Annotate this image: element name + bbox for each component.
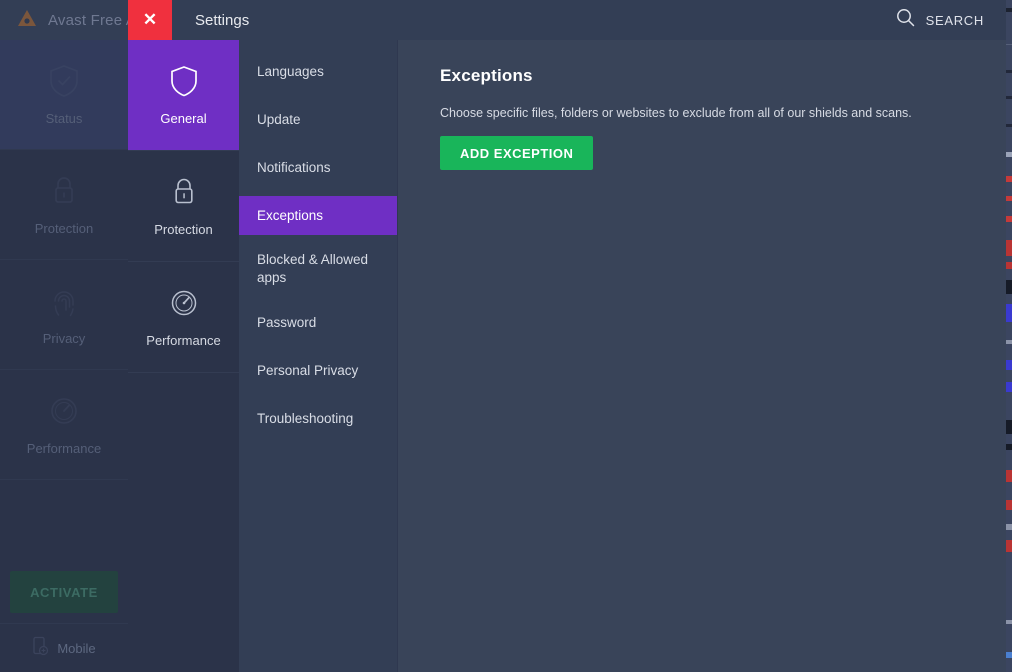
settings-category-column: General Protection <box>128 40 239 672</box>
mobile-phone-icon <box>32 636 49 661</box>
sidebar-item-privacy[interactable]: Privacy <box>0 260 128 370</box>
page-description: Choose specific files, folders or websit… <box>440 106 1006 120</box>
submenu-item-label: Update <box>257 111 301 129</box>
submenu-item-troubleshooting[interactable]: Troubleshooting <box>239 399 397 438</box>
category-item-label: Protection <box>154 222 213 237</box>
submenu-item-update[interactable]: Update <box>239 100 397 139</box>
sidebar-item-status[interactable]: Status <box>0 40 128 150</box>
add-exception-button[interactable]: ADD EXCEPTION <box>440 136 593 170</box>
submenu-item-personal-privacy[interactable]: Personal Privacy <box>239 351 397 390</box>
sidebar-item-label: Status <box>46 111 83 126</box>
submenu-item-password[interactable]: Password <box>239 303 397 342</box>
submenu-item-blocked-allowed-apps[interactable]: Blocked & Allowed apps <box>239 244 397 294</box>
submenu-item-languages[interactable]: Languages <box>239 52 397 91</box>
background-window-edge-strip <box>1006 0 1012 672</box>
avast-logo-icon <box>16 9 38 31</box>
submenu-item-notifications[interactable]: Notifications <box>239 148 397 187</box>
fingerprint-icon <box>49 284 79 323</box>
settings-content-area: Exceptions Choose specific files, folder… <box>398 40 1006 672</box>
submenu-item-label: Languages <box>257 63 324 81</box>
background-app-title: Avast Free A <box>48 12 136 29</box>
lock-icon <box>171 176 197 213</box>
sidebar-item-label: Protection <box>35 221 94 236</box>
category-item-label: General <box>160 111 206 126</box>
search-icon <box>896 8 915 32</box>
shield-check-icon <box>49 64 79 103</box>
sidebar-item-performance[interactable]: Performance <box>0 370 128 480</box>
close-icon[interactable]: ✕ <box>128 0 172 40</box>
sidebar-item-label: Mobile <box>57 641 95 656</box>
category-item-label: Performance <box>146 333 220 348</box>
category-item-performance[interactable]: Performance <box>128 262 239 373</box>
category-item-protection[interactable]: Protection <box>128 151 239 262</box>
submenu-item-label: Blocked & Allowed apps <box>257 251 385 287</box>
settings-titlebar: ✕ Settings SEARCH <box>128 0 1006 40</box>
sidebar-item-mobile[interactable]: Mobile <box>0 623 128 672</box>
submenu-item-label: Personal Privacy <box>257 362 358 380</box>
category-item-general[interactable]: General <box>128 40 239 151</box>
sidebar-item-label: Performance <box>27 441 101 456</box>
shield-icon <box>170 65 198 102</box>
speedometer-icon <box>169 287 199 324</box>
sidebar-item-protection[interactable]: Protection <box>0 150 128 260</box>
screen: Avast Free A Status <box>0 0 1012 672</box>
activate-button[interactable]: ACTIVATE <box>10 571 118 613</box>
lock-icon <box>50 174 78 213</box>
page-title: Exceptions <box>440 66 1006 86</box>
search-button[interactable]: SEARCH <box>896 8 984 32</box>
background-sidebar: Status Protection <box>0 40 128 672</box>
submenu-item-label: Password <box>257 314 316 332</box>
submenu-item-label: Notifications <box>257 159 331 177</box>
search-label: SEARCH <box>926 13 984 28</box>
settings-window-title: Settings <box>195 12 249 29</box>
speedometer-icon <box>48 394 80 433</box>
submenu-item-label: Exceptions <box>257 207 323 225</box>
submenu-item-exceptions[interactable]: Exceptions <box>239 196 397 235</box>
settings-window: ✕ Settings SEARCH Gene <box>128 0 1006 672</box>
settings-submenu-column: Languages Update Notifications Exception… <box>239 40 398 672</box>
sidebar-item-label: Privacy <box>43 331 86 346</box>
submenu-item-label: Troubleshooting <box>257 410 353 428</box>
